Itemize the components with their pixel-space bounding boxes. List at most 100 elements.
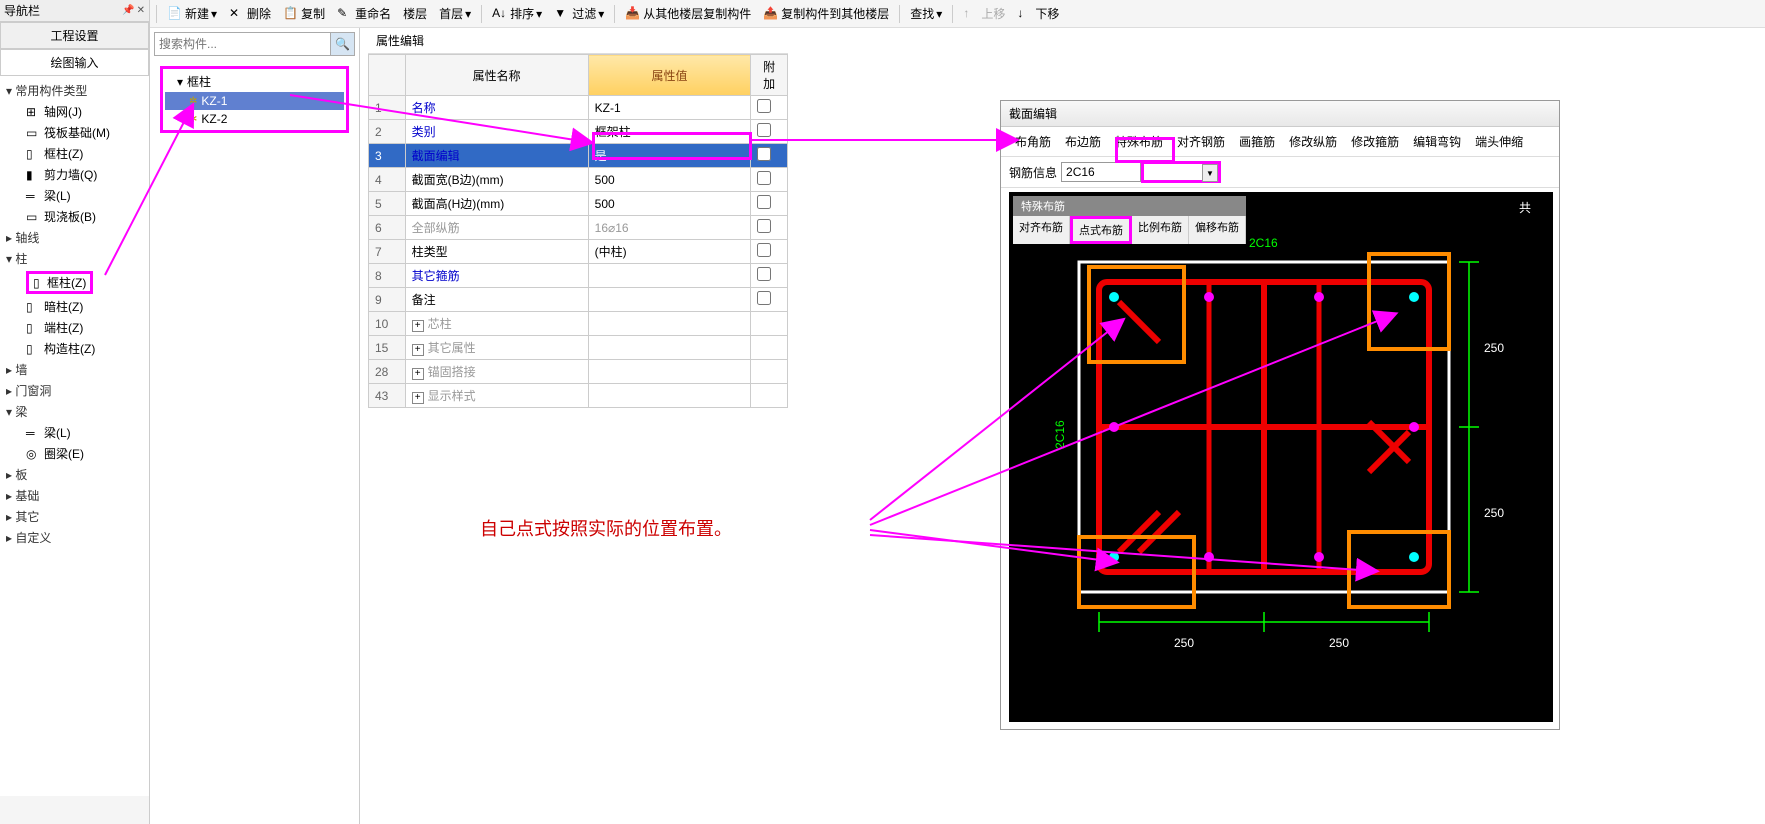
- prop-extra-cell[interactable]: [751, 168, 788, 192]
- property-row[interactable]: 7柱类型(中柱): [369, 240, 788, 264]
- prop-value-cell[interactable]: KZ-1: [588, 96, 751, 120]
- prop-name-cell[interactable]: 备注: [405, 288, 588, 312]
- property-row[interactable]: 1名称KZ-1: [369, 96, 788, 120]
- expand-button[interactable]: +: [412, 368, 424, 380]
- prop-value-cell[interactable]: [588, 336, 751, 360]
- sec-tab-stirrup[interactable]: 画箍筋: [1233, 129, 1281, 154]
- rebar-info-input[interactable]: [1061, 162, 1141, 182]
- extra-checkbox[interactable]: [757, 219, 771, 233]
- prop-name-cell[interactable]: 其它箍筋: [405, 264, 588, 288]
- prop-extra-cell[interactable]: [751, 96, 788, 120]
- comp-tree-kz1[interactable]: ✲KZ-1: [165, 92, 344, 110]
- nav-tab-project-settings[interactable]: 工程设置: [0, 22, 149, 49]
- rename-button[interactable]: ✎重命名: [333, 3, 395, 24]
- new-button[interactable]: 📄新建 ▾: [163, 3, 221, 24]
- tree-item[interactable]: ▮剪力墙(Q): [6, 164, 149, 185]
- expand-button[interactable]: +: [412, 320, 424, 332]
- extra-checkbox[interactable]: [757, 147, 771, 161]
- close-icon[interactable]: ✕: [137, 5, 145, 16]
- copy-from-floor-button[interactable]: 📥从其他楼层复制构件: [621, 3, 755, 24]
- extra-checkbox[interactable]: [757, 267, 771, 281]
- property-row[interactable]: 10+芯柱: [369, 312, 788, 336]
- dropdown-button[interactable]: ▼: [1202, 164, 1218, 182]
- prop-extra-cell[interactable]: [751, 216, 788, 240]
- filter-button[interactable]: ▼过滤 ▾: [550, 3, 608, 24]
- property-row[interactable]: 43+显示样式: [369, 384, 788, 408]
- sec-tab-extend[interactable]: 端头伸缩: [1469, 129, 1529, 154]
- prop-value-cell[interactable]: [588, 288, 751, 312]
- tree-item[interactable]: ═梁(L): [6, 185, 149, 206]
- property-row[interactable]: 5截面高(H边)(mm)500: [369, 192, 788, 216]
- prop-extra-cell[interactable]: [751, 360, 788, 384]
- tree-item[interactable]: ▭现浇板(B): [6, 206, 149, 227]
- prop-extra-cell[interactable]: [751, 336, 788, 360]
- expand-button[interactable]: +: [412, 392, 424, 404]
- extra-checkbox[interactable]: [757, 123, 771, 137]
- property-row[interactable]: 3截面编辑是: [369, 144, 788, 168]
- comp-tree-kz2[interactable]: ✲KZ-2: [165, 110, 344, 128]
- search-input[interactable]: [155, 33, 330, 55]
- prop-extra-cell[interactable]: [751, 264, 788, 288]
- expand-button[interactable]: +: [412, 344, 424, 356]
- nav-tab-draw-input[interactable]: 绘图输入: [0, 49, 149, 76]
- property-row[interactable]: 8其它箍筋: [369, 264, 788, 288]
- tree-item[interactable]: ▯暗柱(Z): [6, 296, 149, 317]
- property-row[interactable]: 28+锚固搭接: [369, 360, 788, 384]
- tree-group-wall[interactable]: ▸ 墙: [6, 359, 149, 380]
- sec-tab-mod-stirrup[interactable]: 修改箍筋: [1345, 129, 1405, 154]
- floor-button[interactable]: 楼层: [399, 3, 431, 24]
- tree-item[interactable]: ═梁(L): [6, 422, 149, 443]
- prop-value-cell[interactable]: (中柱): [588, 240, 751, 264]
- tree-group-slab[interactable]: ▸ 板: [6, 464, 149, 485]
- move-up-button[interactable]: ↑上移: [959, 3, 1009, 24]
- copy-to-floor-button[interactable]: 📤复制构件到其他楼层: [759, 3, 893, 24]
- prop-extra-cell[interactable]: [751, 120, 788, 144]
- sec-tab-hook[interactable]: 编辑弯钩: [1407, 129, 1467, 154]
- sec-tab-edge[interactable]: 布边筋: [1059, 129, 1107, 154]
- tree-group-axis[interactable]: ▸ 轴线: [6, 227, 149, 248]
- prop-value-cell[interactable]: [588, 312, 751, 336]
- prop-name-cell[interactable]: +锚固搭接: [405, 360, 588, 384]
- extra-checkbox[interactable]: [757, 99, 771, 113]
- prop-extra-cell[interactable]: [751, 240, 788, 264]
- sort-button[interactable]: A↓排序 ▾: [488, 3, 546, 24]
- prop-value-cell[interactable]: 500: [588, 192, 751, 216]
- prop-name-cell[interactable]: +其它属性: [405, 336, 588, 360]
- prop-name-cell[interactable]: 名称: [405, 96, 588, 120]
- tree-group-common[interactable]: ▾ 常用构件类型: [6, 80, 149, 101]
- property-row[interactable]: 9备注: [369, 288, 788, 312]
- extra-checkbox[interactable]: [757, 171, 771, 185]
- prop-name-cell[interactable]: 截面高(H边)(mm): [405, 192, 588, 216]
- tree-group-door[interactable]: ▸ 门窗洞: [6, 380, 149, 401]
- prop-name-cell[interactable]: 柱类型: [405, 240, 588, 264]
- prop-name-cell[interactable]: 类别: [405, 120, 588, 144]
- prop-value-cell[interactable]: 是: [588, 144, 751, 168]
- prop-value-cell[interactable]: 500: [588, 168, 751, 192]
- prop-extra-cell[interactable]: [751, 144, 788, 168]
- sec-tab-mod-long[interactable]: 修改纵筋: [1283, 129, 1343, 154]
- tree-group-foundation[interactable]: ▸ 基础: [6, 485, 149, 506]
- sec-tab-align[interactable]: 对齐钢筋: [1171, 129, 1231, 154]
- prop-extra-cell[interactable]: [751, 384, 788, 408]
- prop-extra-cell[interactable]: [751, 312, 788, 336]
- tree-group-other[interactable]: ▸ 其它: [6, 506, 149, 527]
- find-button[interactable]: 查找 ▾: [906, 3, 946, 24]
- first-floor-button[interactable]: 首层 ▾: [435, 3, 475, 24]
- tree-group-column[interactable]: ▾ 柱: [6, 248, 149, 269]
- property-row[interactable]: 2类别框架柱: [369, 120, 788, 144]
- move-down-button[interactable]: ↓下移: [1013, 3, 1063, 24]
- property-row[interactable]: 4截面宽(B边)(mm)500: [369, 168, 788, 192]
- prop-value-cell[interactable]: [588, 360, 751, 384]
- property-row[interactable]: 6全部纵筋16⌀16: [369, 216, 788, 240]
- tree-group-beam[interactable]: ▾ 梁: [6, 401, 149, 422]
- extra-checkbox[interactable]: [757, 291, 771, 305]
- prop-value-cell[interactable]: 16⌀16: [588, 216, 751, 240]
- prop-name-cell[interactable]: +芯柱: [405, 312, 588, 336]
- extra-checkbox[interactable]: [757, 243, 771, 257]
- section-canvas[interactable]: 特殊布筋 对齐布筋 点式布筋 比例布筋 偏移布筋: [1009, 192, 1553, 722]
- delete-button[interactable]: ✕删除: [225, 3, 275, 24]
- property-row[interactable]: 15+其它属性: [369, 336, 788, 360]
- tree-group-custom[interactable]: ▸ 自定义: [6, 527, 149, 548]
- pin-icon[interactable]: 📌: [122, 5, 134, 16]
- prop-value-cell[interactable]: [588, 264, 751, 288]
